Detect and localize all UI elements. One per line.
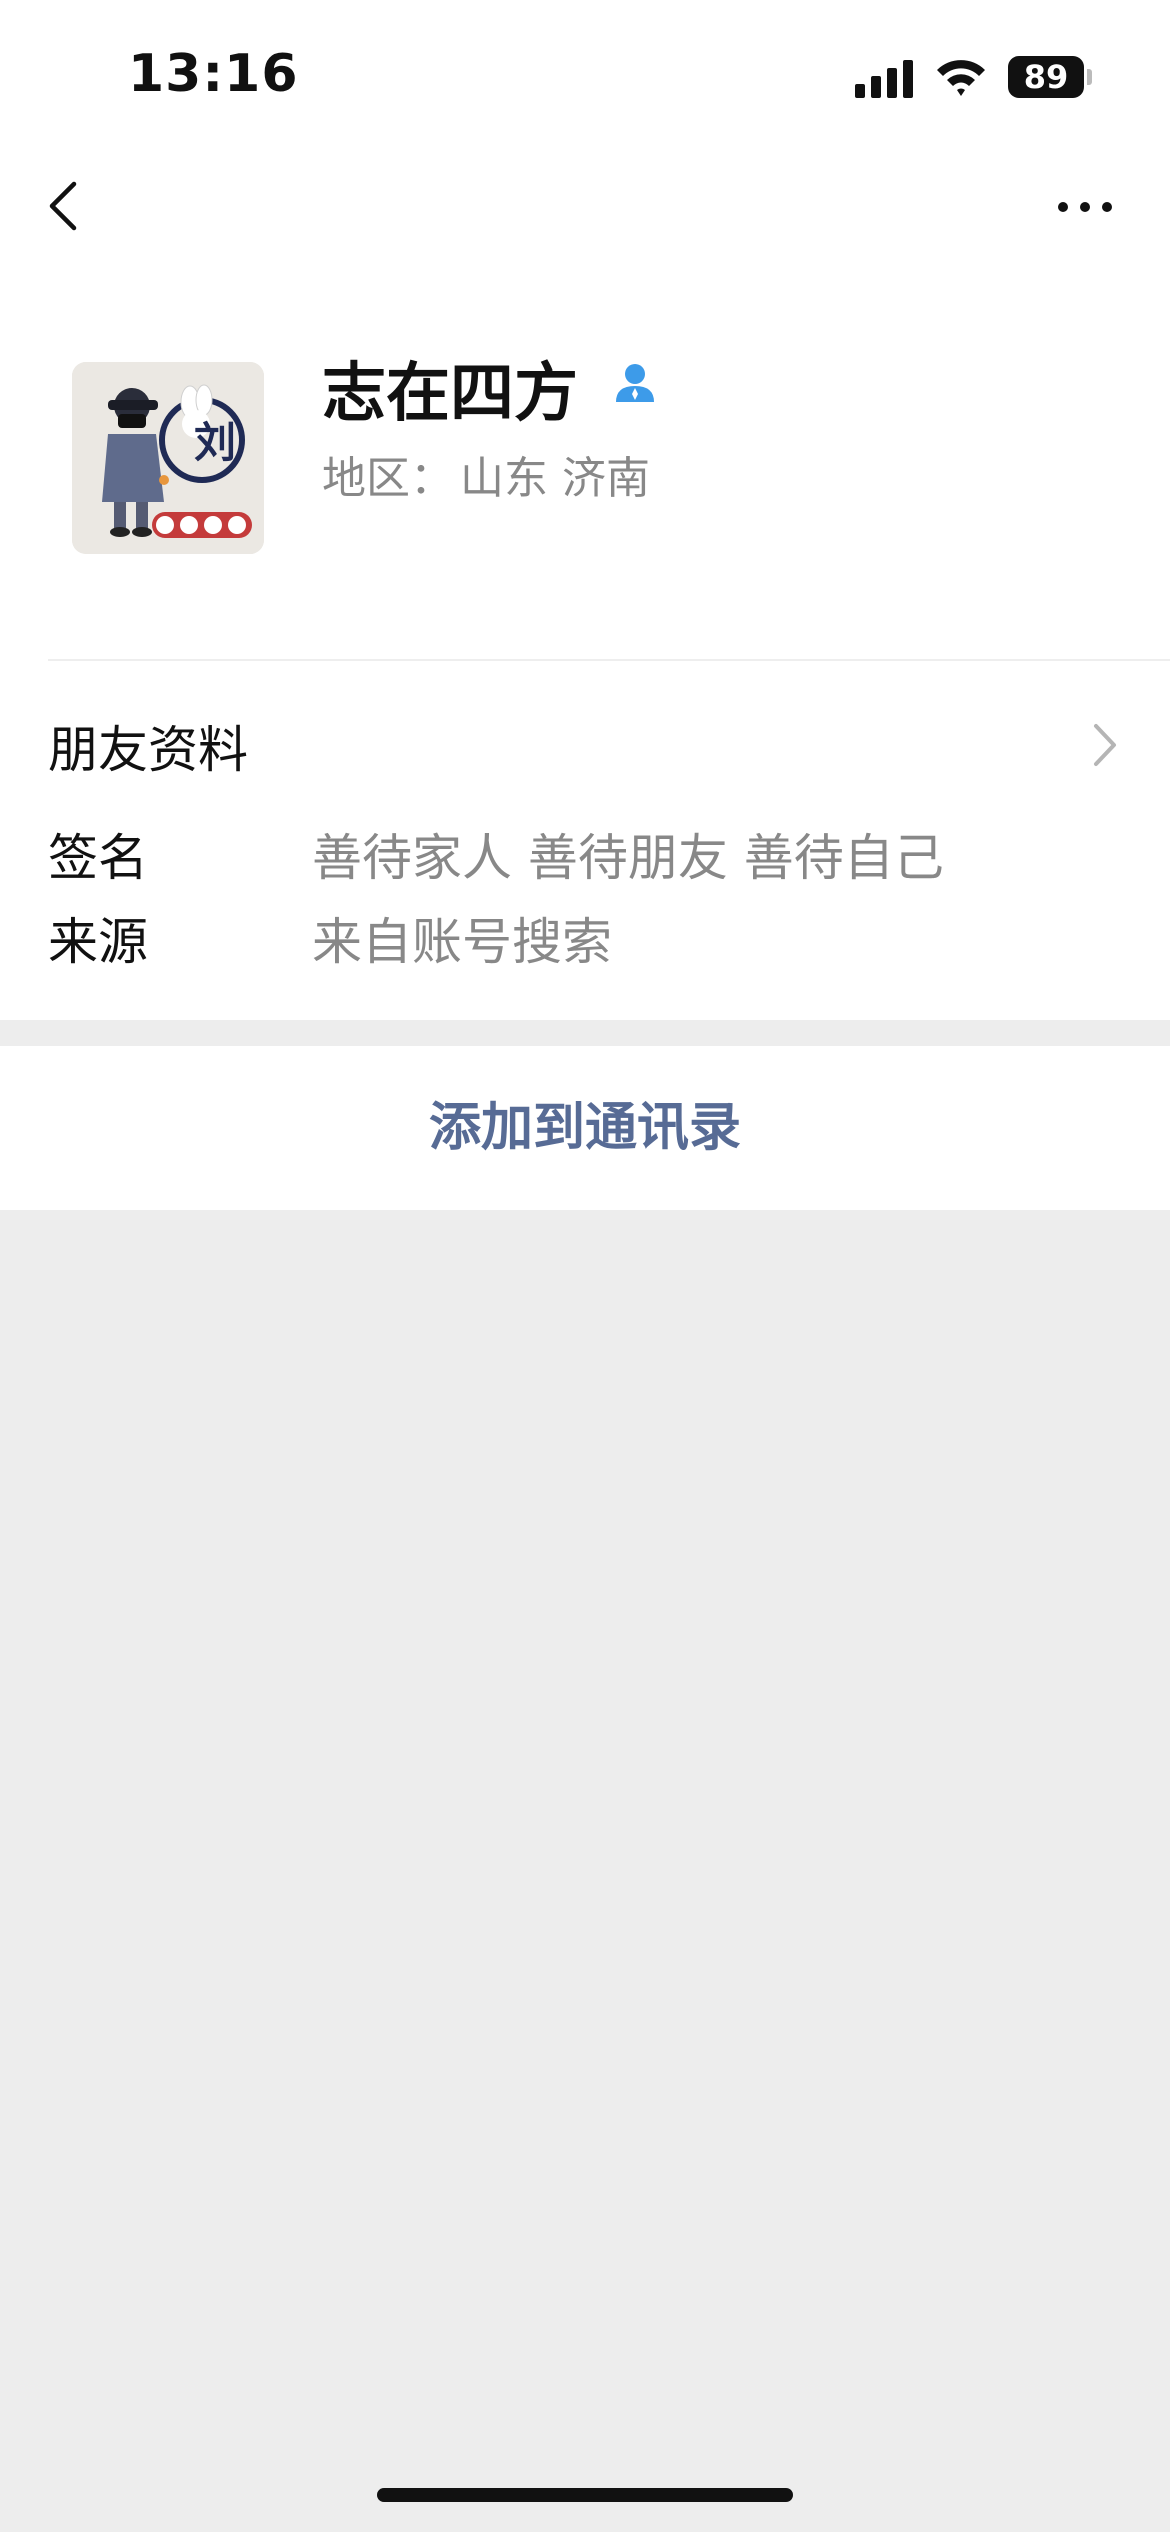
source-value: 来自账号搜索 <box>312 913 612 971</box>
region-label: 地区： <box>322 453 454 504</box>
section-gap <box>0 1020 1170 1046</box>
svg-text:刘: 刘 <box>194 418 236 467</box>
status-bar: 13:16 89 <box>0 0 1170 150</box>
home-indicator[interactable] <box>377 2488 793 2502</box>
avatar[interactable]: 刘 <box>72 362 264 554</box>
battery-icon: 89 <box>1008 56 1084 98</box>
divider <box>48 659 1170 661</box>
friend-info-label: 朋友资料 <box>48 721 248 779</box>
profile-name: 志在四方 <box>322 357 578 431</box>
region-value: 山东 济南 <box>460 453 650 504</box>
verified-user-icon <box>616 364 654 402</box>
wifi-icon <box>937 60 985 96</box>
signature-label: 签名 <box>48 829 148 887</box>
battery-tip <box>1087 69 1092 85</box>
add-contact-button[interactable]: 添加到通讯录 <box>0 1046 1170 1210</box>
signature-value: 善待家人 善待朋友 善待自己 <box>312 829 944 887</box>
nav-bar <box>0 150 1170 270</box>
back-icon[interactable] <box>40 174 104 238</box>
signal-icon <box>855 60 915 98</box>
source-row: 来源 来自账号搜索 <box>0 902 1170 982</box>
friend-info-row[interactable]: 朋友资料 <box>0 700 1170 790</box>
add-contact-section: 添加到通讯录 <box>0 1046 1170 1210</box>
more-icon[interactable] <box>1050 182 1120 230</box>
chevron-right-icon <box>1094 724 1116 766</box>
status-time: 13:16 <box>128 44 299 104</box>
source-label: 来源 <box>48 913 148 971</box>
region-row: 地区： 山东 济南 <box>322 442 656 506</box>
signature-row: 签名 善待家人 善待朋友 善待自己 <box>0 818 1170 898</box>
